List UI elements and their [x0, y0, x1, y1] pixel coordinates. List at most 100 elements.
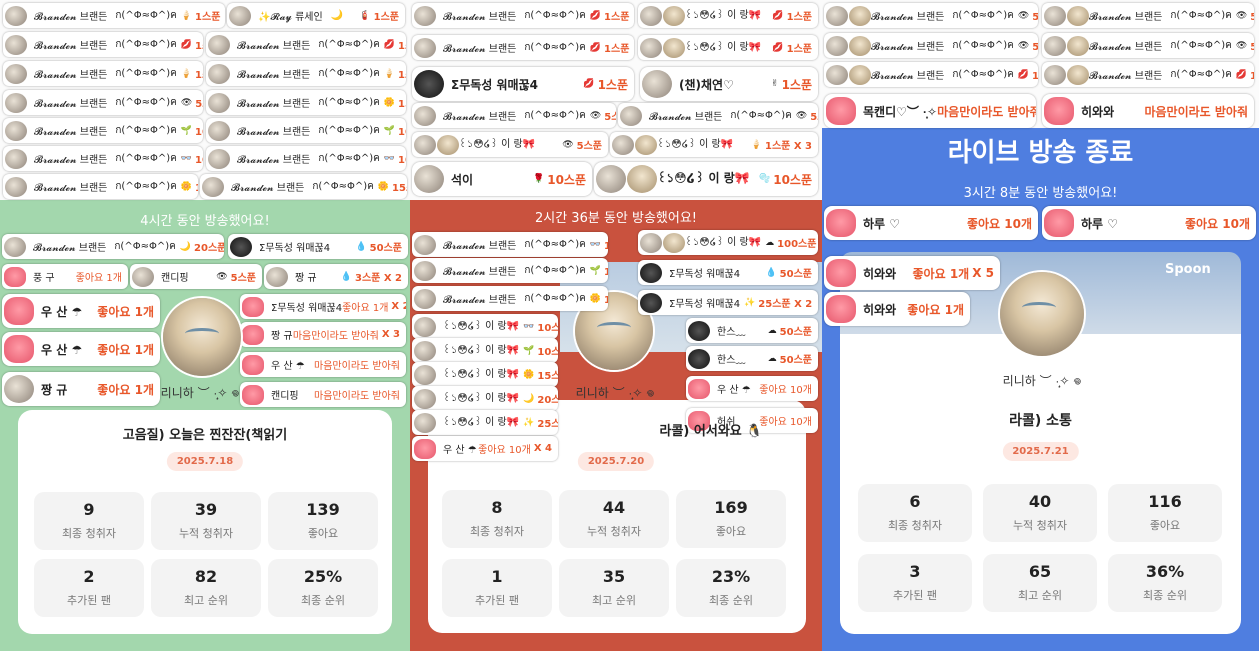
gift-icon: 🌼 [377, 181, 390, 192]
user-avatar [663, 37, 685, 58]
user-nickname-2: ก(^Φ≈Φ^)ค [524, 239, 586, 250]
user-avatar [242, 354, 264, 375]
gift-chat-item: 풍 구 좋아요 1개 [2, 264, 128, 289]
user-nickname: 𝓑𝓻𝓪𝓷𝓭𝓮𝓷 브랜든 [33, 243, 107, 254]
spoon-amount: 15스푼 [392, 183, 407, 194]
gift-icon: 👓 [589, 239, 602, 250]
user-nickname: 히와와 [1081, 104, 1115, 119]
gift-icon: 👁 [795, 110, 808, 121]
gift-chat-item: 히와와 좋아요 1개 X 5 [824, 256, 1000, 290]
user-nickname-2: ก(^Φ≈Φ^)ค [115, 181, 177, 192]
gift-chat-item: ꒰১😳໒꒱ 이 랑🎀 👁 5스푼 [412, 132, 608, 157]
user-nickname: 𝓑𝓻𝓪𝓷𝓭𝓮𝓷 브랜든 [237, 41, 311, 52]
stat-value: 3 [909, 562, 921, 581]
gift-icon: 👁 [1235, 40, 1248, 51]
message-text: 좋아요 1개 [97, 304, 154, 319]
spoon-amount: 5스푼 [1032, 42, 1038, 53]
gift-icon: 💋 [583, 79, 595, 89]
stat-value: 35 [602, 567, 626, 586]
host-nickname: 리니하 ︶ ·̩͙✧ 𖦹 [575, 386, 655, 400]
broadcast-title: 고음질) 오늘은 찐잔잔(책읽기 [122, 428, 288, 443]
gift-icon: 💧 [355, 241, 367, 252]
stat-value: 9 [83, 500, 95, 519]
user-avatar [132, 266, 154, 287]
spoon-amount: 10스푼 [547, 172, 586, 187]
spoon-amount: 15스푼 [604, 295, 608, 306]
spoon-amount: 1스푼 [781, 77, 812, 92]
user-nickname-2: ก(^Φ≈Φ^)ค [114, 241, 176, 252]
gift-chat-item: 𝓑𝓻𝓪𝓷𝓭𝓮𝓷 브랜든 ก(^Φ≈Φ^)ค👁5스푼 [824, 3, 1038, 28]
spoon-amount: 1스푼 [597, 77, 628, 92]
user-nickname-2: ก(^Φ≈Φ^)ค [115, 68, 177, 79]
user-avatar [627, 165, 657, 193]
user-nickname-2: ก(^Φ≈Φ^)ค [1170, 40, 1232, 51]
stat-value: 2 [83, 567, 95, 586]
spoon-amount: 50스푼 [779, 355, 812, 366]
user-avatar [5, 120, 27, 141]
gift-chat-item: ꒰১😳໒꒱ 이 랑🎀 💋 1스푼 [638, 35, 818, 60]
user-nickname-2: ก(^Φ≈Φ^)ค [312, 181, 374, 192]
user-nickname: ꒰১😳໒꒱ 이 랑🎀 [443, 321, 520, 332]
user-nickname-2: ก(^Φ≈Φ^)ค [115, 97, 177, 108]
user-avatar [414, 364, 436, 385]
user-avatar [635, 134, 657, 155]
stat-value: 44 [602, 498, 626, 517]
stat-label: 추가된 팬 [893, 589, 937, 602]
stat-box: 44 누적 청취자 [559, 490, 669, 548]
user-avatar [826, 295, 856, 323]
multiplier: X 4 [533, 443, 552, 454]
gift-chat-item: 𝓑𝓻𝓪𝓷𝓭𝓮𝓷 브랜든 ก(^Φ≈Φ^)ค👓10스푼 [412, 232, 608, 257]
user-nickname: 우 산 ☂ [41, 304, 83, 319]
spoon-amount: 10스푼 [195, 127, 203, 138]
host-nickname: 리니하 ︶ ·̩͙✧ 𖦹 [1002, 374, 1082, 388]
gift-icon: 👁 [1017, 10, 1030, 21]
gift-chat-item: 우 산 ☂ 좋아요 1개 [2, 332, 160, 366]
gift-chat-item: ꒰১😳໒꒱ 이 랑🎀🌙20스푼 [412, 386, 558, 411]
user-nickname: 우 산 ☂ [271, 361, 305, 372]
user-avatar [414, 316, 436, 337]
gift-icon: 🌼 [523, 369, 535, 380]
gift-chat-item: ꒰১😳໒꒱ 이 랑🎀 ☁ 100스푼 [638, 230, 818, 255]
gift-chat-item: 𝓑𝓻𝓪𝓷𝓭𝓮𝓷 브랜든 ก(^Φ≈Φ^)ค👓10스푼 [206, 146, 406, 171]
spoon-amount: 10스푼 [398, 127, 406, 138]
gift-chat-item: (챈)채연♡ ✌ 1스푼 [640, 67, 818, 101]
spoon-amount: 5스푼 [1032, 12, 1038, 23]
gift-chat-item: 우 산 ☂ 좋아요 1개 [2, 294, 160, 328]
gift-icon: 💧 [765, 267, 777, 278]
user-nickname-2: ก(^Φ≈Φ^)ค [318, 68, 380, 79]
user-nickname: 𝓑𝓻𝓪𝓷𝓭𝓮𝓷 브랜든 [443, 12, 517, 23]
spoon-amount: 10스푼 [604, 267, 608, 278]
user-avatar [640, 292, 662, 313]
user-avatar [1044, 5, 1066, 26]
user-nickname-2: ก(^Φ≈Φ^)ค [524, 110, 586, 121]
gift-chat-item: 히와와 좋아요 1개 [824, 292, 970, 326]
stat-value: 82 [194, 567, 218, 586]
user-avatar [826, 259, 856, 287]
user-nickname-2: ก(^Φ≈Φ^)ค [524, 293, 586, 304]
stat-value: 65 [1028, 562, 1052, 581]
gift-chat-item: 목캔디♡︶ ·̩͙✧ 마음만이라도 받아줘 [824, 94, 1036, 128]
user-avatar [688, 348, 710, 369]
stat-label: 최고 순위 [592, 594, 636, 607]
gift-chat-item: 𝓑𝓻𝓪𝓷𝓭𝓮𝓷 브랜든 ก(^Φ≈Φ^)ค🌱10스푼 [3, 118, 203, 143]
stat-label: 좋아요 [715, 525, 747, 538]
stat-box: 3 추가된 팬 [858, 554, 972, 612]
gift-icon: ✨ [744, 297, 756, 308]
gift-icon: 🫧 [759, 174, 771, 184]
user-nickname: 캔디핑 [161, 273, 189, 284]
user-nickname: 𝓑𝓻𝓪𝓷𝓭𝓮𝓷 브랜든 [1089, 71, 1163, 82]
user-avatar [688, 320, 710, 341]
spoon-amount: 1스푼 [604, 12, 630, 23]
user-nickname-2: ก(^Φ≈Φ^)ค [524, 42, 586, 53]
user-nickname-2: 🌙 [330, 10, 344, 21]
user-nickname: 짱 규 [295, 273, 317, 284]
user-nickname: 𝓑𝓻𝓪𝓷𝓭𝓮𝓷 브랜든 [871, 71, 945, 82]
gift-chat-item: 캔디핑 👁 5스푼 [130, 264, 262, 289]
stat-box: 1 추가된 팬 [442, 559, 552, 617]
user-nickname-2: ก(^Φ≈Φ^)ค [952, 10, 1014, 21]
gift-chat-item: 𝓑𝓻𝓪𝓷𝓭𝓮𝓷 브랜든 ก(^Φ≈Φ^)ค🌼15스푼 [412, 286, 608, 311]
user-nickname: ꒰১😳໒꒱ 이 랑🎀 [459, 139, 536, 150]
gift-chat-item: 하루 ♡ 좋아요 10개 [1042, 206, 1256, 240]
user-nickname-2: ก(^Φ≈Φ^)ค [115, 39, 177, 50]
stat-box: 23% 최종 순위 [676, 559, 786, 617]
